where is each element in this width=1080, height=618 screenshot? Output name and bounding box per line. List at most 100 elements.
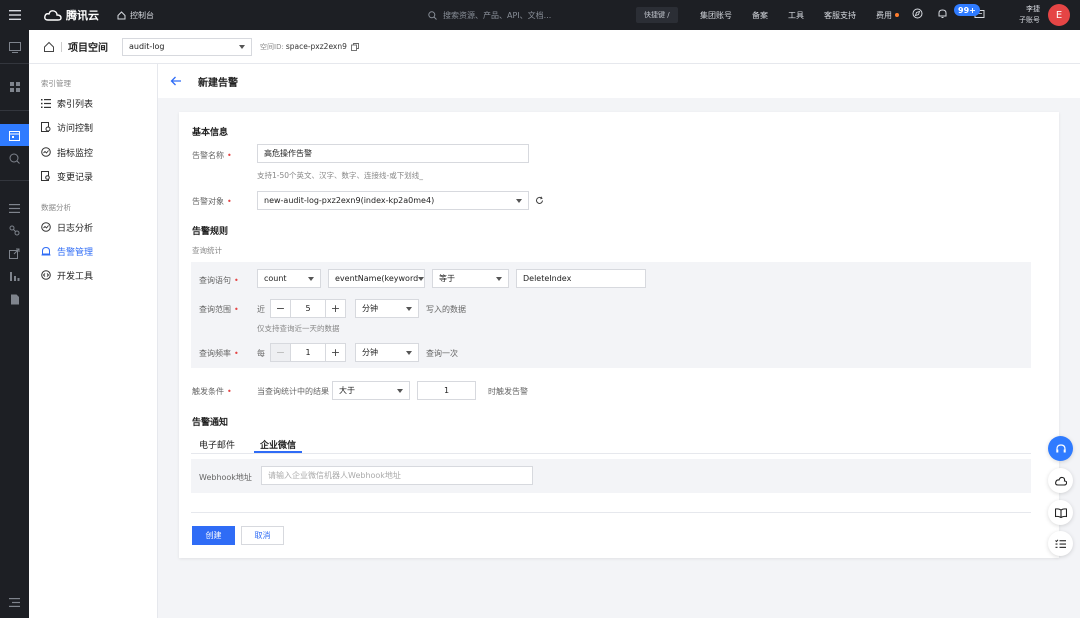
alarm-name-hint: 支持1-50个英文、汉字、数字、连接线-或下划线_ — [257, 171, 423, 180]
calendar-icon[interactable] — [0, 124, 29, 146]
search-analysis-icon[interactable] — [0, 147, 29, 169]
aggregation-select[interactable]: count — [257, 269, 321, 288]
footer-divider — [191, 512, 1031, 513]
export-icon[interactable] — [0, 242, 29, 264]
book-icon[interactable] — [1048, 500, 1073, 525]
user-info[interactable]: 李捷 子账号 — [1012, 4, 1040, 26]
required-mark: • — [227, 151, 232, 160]
chart-circle-icon — [41, 222, 51, 232]
range-value-input[interactable]: 5 — [290, 300, 326, 317]
nav-item-change-log[interactable]: 变更记录 — [41, 168, 93, 184]
top-link-fees[interactable]: 费用 — [876, 10, 899, 21]
frequency-unit-select[interactable]: 分钟 — [355, 343, 419, 362]
checklist-icon[interactable] — [1048, 531, 1073, 556]
copy-icon[interactable] — [350, 42, 359, 51]
range-prefix: 近 — [257, 305, 265, 314]
fee-dot — [895, 13, 899, 17]
webhook-input[interactable]: 请输入企业微信机器人Webhook地址 — [261, 466, 533, 485]
tab-divider — [191, 453, 1031, 454]
chevron-down-icon — [406, 350, 412, 355]
frequency-prefix: 每 — [257, 349, 265, 358]
rail-divider — [0, 63, 29, 64]
field-select[interactable]: eventName(keyword — [328, 269, 425, 288]
alarm-name-label: 告警名称 • — [192, 151, 232, 160]
tab-email[interactable]: 电子邮件 — [199, 438, 235, 451]
section-alarm-notify: 告警通知 — [192, 418, 229, 428]
frequency-suffix: 查询一次 — [426, 349, 458, 358]
chevron-down-icon — [418, 276, 425, 281]
nav-item-alarm-management[interactable]: 告警管理 — [41, 243, 93, 259]
rail-divider — [0, 180, 29, 181]
page-header: 新建告警 — [158, 64, 1080, 98]
home-icon[interactable] — [43, 41, 55, 53]
frequency-decrement-button[interactable]: − — [271, 344, 290, 361]
range-unit-select[interactable]: 分钟 — [355, 299, 419, 318]
header-divider — [61, 41, 62, 52]
trigger-operator-select[interactable]: 大于 — [332, 381, 410, 400]
console-link[interactable]: 控制台 — [117, 10, 154, 21]
range-hint: 仅支持查询近一天的数据 — [257, 324, 340, 333]
top-bar: 腾讯云 控制台 搜索资源、产品、API、文档... 快捷键 / 集团账号 备案 … — [0, 0, 1080, 30]
gauge-icon — [41, 147, 51, 157]
collapse-rail-icon[interactable] — [0, 591, 29, 613]
home-icon — [117, 10, 126, 19]
chevron-down-icon — [397, 388, 403, 393]
bell-icon[interactable] — [937, 8, 948, 22]
alarm-icon — [41, 246, 51, 256]
cloud-upload-icon[interactable] — [1048, 468, 1073, 493]
brand-logo[interactable]: 腾讯云 — [44, 7, 99, 23]
webhook-label: Webhook地址 — [199, 473, 252, 482]
compass-icon[interactable] — [912, 8, 923, 22]
range-increment-button[interactable]: + — [326, 300, 345, 317]
avatar[interactable]: E — [1048, 4, 1070, 26]
project-select[interactable]: audit-log — [122, 37, 252, 56]
headset-icon[interactable] — [1048, 436, 1073, 461]
code-icon — [41, 270, 51, 280]
grid-icon[interactable] — [0, 76, 29, 98]
product-console-icon[interactable] — [0, 36, 29, 58]
refresh-icon[interactable] — [535, 196, 544, 205]
menu-icon[interactable] — [0, 0, 30, 30]
notification-badge: 99+ — [954, 4, 980, 16]
global-search[interactable]: 搜索资源、产品、API、文档... — [428, 6, 668, 24]
bar-chart-icon[interactable] — [0, 265, 29, 287]
section-basic-info: 基本信息 — [192, 128, 229, 138]
frequency-value-input[interactable]: 1 — [290, 344, 326, 361]
list-icon — [41, 98, 51, 108]
alarm-name-input[interactable]: 高危操作告警 — [257, 144, 529, 163]
tab-wecom[interactable]: 企业微信 — [260, 438, 296, 451]
alarm-target-select[interactable]: new-audit-log-pxz2exn9(index-kp2a0me4) — [257, 191, 529, 210]
search-icon — [428, 10, 437, 20]
user-role: 子账号 — [1019, 16, 1040, 24]
trigger-prefix: 当查询统计中的结果 — [257, 387, 329, 396]
create-button[interactable]: 创建 — [192, 526, 235, 545]
range-decrement-button[interactable]: − — [271, 300, 290, 317]
top-link-support[interactable]: 客服支持 — [824, 10, 856, 21]
nav-item-access-control[interactable]: 访问控制 — [41, 119, 93, 135]
nav-item-log-analysis[interactable]: 日志分析 — [41, 219, 93, 235]
list-icon[interactable] — [0, 197, 29, 219]
search-placeholder: 搜索资源、产品、API、文档... — [443, 10, 552, 20]
back-arrow-icon[interactable] — [170, 75, 182, 87]
document-icon[interactable] — [0, 288, 29, 310]
operator-select[interactable]: 等于 — [432, 269, 509, 288]
nav-item-metrics[interactable]: 指标监控 — [41, 144, 93, 160]
product-rail — [0, 30, 29, 618]
user-name: 李捷 — [1026, 5, 1040, 13]
query-range-label: 查询范围 • — [199, 305, 239, 314]
shortcut-hint[interactable]: 快捷键 / — [636, 7, 678, 23]
nav-item-index-list[interactable]: 索引列表 — [41, 95, 93, 111]
required-mark: • — [234, 305, 239, 314]
top-link-filing[interactable]: 备案 — [752, 10, 768, 21]
link-icon[interactable] — [0, 219, 29, 241]
nav-item-dev-tools[interactable]: 开发工具 — [41, 267, 93, 283]
query-value-input[interactable]: DeleteIndex — [516, 269, 646, 288]
top-link-group-account[interactable]: 集团账号 — [700, 10, 732, 21]
trigger-value-input[interactable]: 1 — [417, 381, 476, 400]
cancel-button[interactable]: 取消 — [241, 526, 284, 545]
frequency-increment-button[interactable]: + — [326, 344, 345, 361]
required-mark: • — [234, 349, 239, 358]
chevron-down-icon — [239, 44, 245, 49]
top-link-tools[interactable]: 工具 — [788, 10, 804, 21]
trigger-suffix: 时触发告警 — [488, 387, 528, 396]
